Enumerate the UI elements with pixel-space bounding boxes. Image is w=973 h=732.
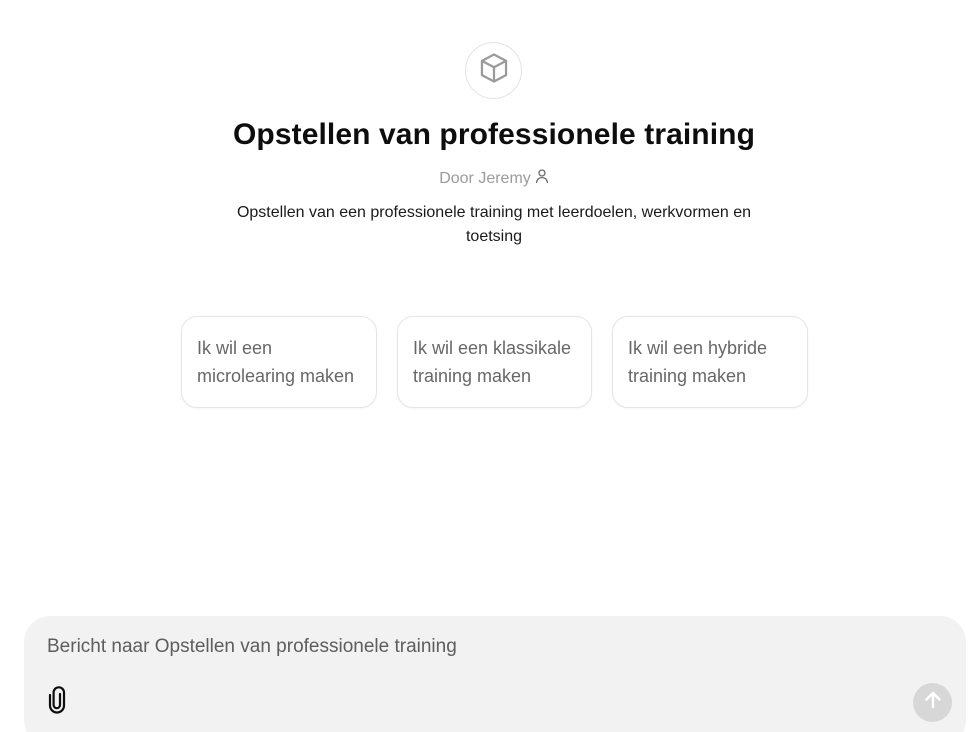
gpt-description: Opstellen van een professionele training… [236, 204, 752, 245]
conversation-starters: Ik wil een microlearing maken Ik wil een… [181, 316, 808, 408]
message-composer [24, 616, 966, 732]
conversation-starter-classroom[interactable]: Ik wil een klassikale training maken [397, 316, 592, 408]
conversation-starter-microlearning[interactable]: Ik wil een microlearing maken [181, 316, 377, 408]
conversation-starter-hybrid[interactable]: Ik wil een hybride training maken [612, 316, 808, 408]
arrow-up-icon [924, 690, 942, 715]
gpt-title: Opstellen van professionele training [232, 118, 756, 151]
gpt-avatar [465, 42, 522, 99]
author-label: Door Jeremy [439, 169, 531, 187]
gpt-start-page: Opstellen van professionele training Doo… [0, 0, 973, 732]
person-icon [535, 168, 549, 189]
message-input[interactable] [47, 636, 907, 658]
send-button[interactable] [913, 683, 952, 722]
attach-file-button[interactable] [44, 685, 70, 719]
paperclip-icon [47, 685, 67, 719]
cube-icon [477, 51, 511, 90]
gpt-author[interactable]: Door Jeremy [0, 168, 973, 189]
